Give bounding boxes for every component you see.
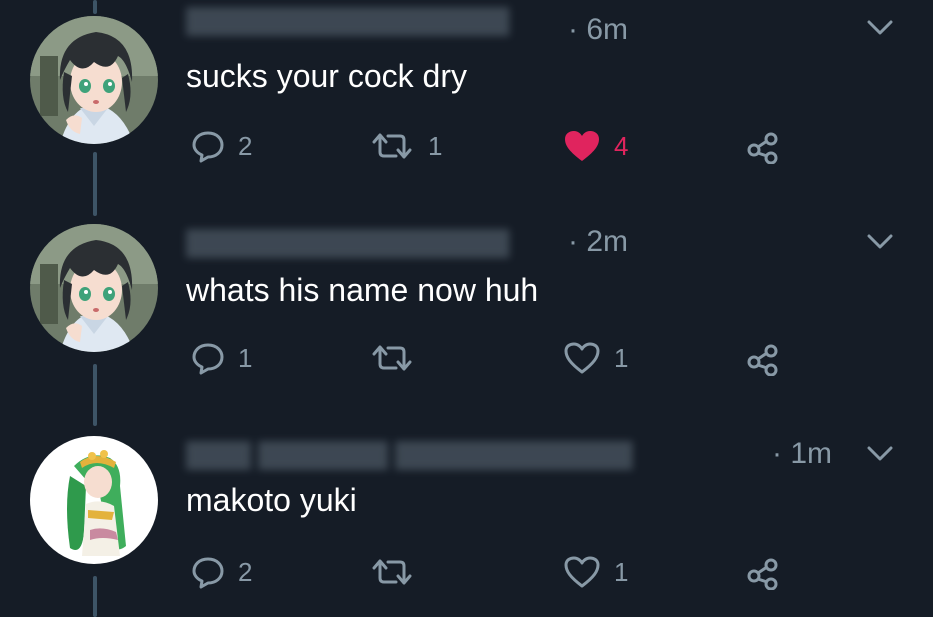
like-button[interactable]: 1	[562, 550, 628, 594]
handle-blurred: ▇▇▇▇▇▇▇▇▇▇▇▇▇▇▇	[186, 226, 509, 257]
like-button[interactable]: 4	[562, 124, 628, 168]
retweet-arrows-icon	[372, 345, 412, 371]
tweet-text: whats his name now huh	[186, 272, 539, 308]
action-bar: 2 1 4	[0, 124, 933, 168]
heart-icon	[565, 131, 599, 161]
tweet-text: makoto yuki	[186, 482, 357, 518]
retweet-arrows-icon	[372, 559, 412, 585]
like-count: 1	[614, 557, 629, 587]
speech-bubble-icon	[192, 557, 224, 589]
chevron-down-icon[interactable]	[865, 230, 895, 252]
tweet-text: sucks your cock dry	[186, 58, 467, 94]
tweet[interactable]: ▇▇▇▇▇▇▇▇▇▇▇▇▇▇▇ · 2m whats his name now …	[0, 220, 933, 420]
timestamp: · 2m	[568, 225, 628, 258]
retweet-button[interactable]	[368, 550, 416, 594]
action-bar: 1 1	[0, 336, 933, 380]
heart-icon	[564, 342, 600, 374]
share-button[interactable]	[744, 336, 780, 380]
avatar[interactable]	[30, 436, 158, 564]
share-nodes-icon	[747, 344, 778, 376]
tweet[interactable]: ▇▇▇▇▇▇▇▇▇▇▇▇▇▇▇ · 6m sucks your cock dry…	[0, 0, 933, 210]
retweet-count: 1	[428, 131, 443, 161]
reply-count: 1	[238, 343, 253, 373]
speech-bubble-icon	[192, 131, 224, 163]
retweet-arrows-icon	[372, 133, 412, 159]
retweet-button[interactable]: 1	[368, 124, 442, 168]
share-nodes-icon	[747, 558, 778, 590]
reply-count: 2	[238, 557, 253, 587]
heart-icon	[564, 556, 600, 588]
anime-boy-avatar-icon	[30, 224, 158, 352]
chevron-down-icon[interactable]	[865, 442, 895, 464]
chevron-down-icon[interactable]	[865, 16, 895, 38]
like-button[interactable]: 1	[562, 336, 628, 380]
reply-count: 2	[238, 131, 253, 161]
like-count: 4	[614, 131, 629, 161]
timestamp: · 6m	[568, 13, 628, 46]
reply-button[interactable]: 1	[190, 336, 252, 380]
reply-button[interactable]: 2	[190, 550, 252, 594]
timestamp: · 1m	[772, 437, 832, 470]
handle-blurred: ▇▇▇▇▇▇▇▇▇▇▇▇▇▇▇	[186, 4, 509, 35]
reply-button[interactable]: 2	[190, 124, 252, 168]
action-bar: 2 1	[0, 550, 933, 594]
share-button[interactable]	[744, 124, 780, 168]
share-button[interactable]	[744, 550, 780, 594]
handle-blurred: ▇▇▇ ▇▇▇▇▇▇ ▇▇▇▇▇▇▇▇▇▇▇	[186, 438, 633, 469]
retweet-button[interactable]	[368, 336, 416, 380]
green-hair-goddess-avatar-icon	[30, 436, 158, 564]
avatar[interactable]	[30, 224, 158, 352]
like-count: 1	[614, 343, 629, 373]
share-nodes-icon	[747, 132, 778, 164]
speech-bubble-icon	[192, 343, 224, 375]
tweet[interactable]: ▇▇▇ ▇▇▇▇▇▇ ▇▇▇▇▇▇▇▇▇▇▇ · 1m makoto yuki …	[0, 430, 933, 617]
